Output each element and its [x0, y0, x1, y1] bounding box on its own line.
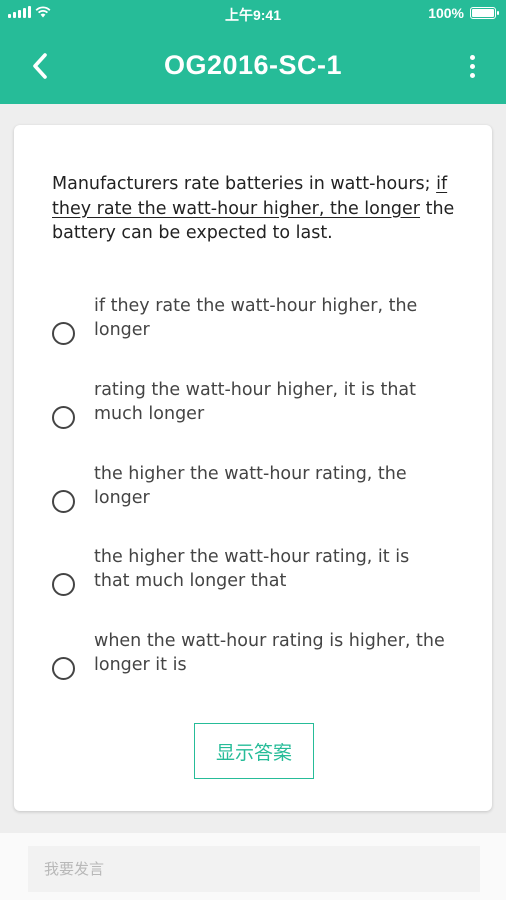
question-text: Manufacturers rate batteries in watt-hou… — [52, 172, 457, 246]
option-a[interactable]: if they rate the watt-hour higher, the l… — [52, 290, 452, 346]
status-bar: 上午9:41 100% — [0, 0, 506, 28]
option-e[interactable]: when the watt-hour rating is higher, the… — [52, 625, 452, 681]
more-dot — [469, 72, 475, 78]
option-label: rating the watt-hour higher, it is that … — [94, 379, 417, 425]
battery-fill — [472, 9, 494, 17]
radio-circle-icon[interactable] — [52, 656, 75, 680]
option-c[interactable]: the higher the watt-hour rating, the lon… — [52, 458, 452, 514]
status-right: 100% — [428, 5, 499, 21]
page-title: OG2016-SC-1 — [163, 50, 343, 80]
radio-circle-icon[interactable] — [52, 405, 75, 429]
question-text-before: Manufacturers rate batteries in watt-hou… — [52, 174, 437, 194]
option-label: the higher the watt-hour rating, it is t… — [94, 546, 410, 592]
question-card: Manufacturers rate batteries in watt-hou… — [14, 125, 492, 811]
radio-circle-icon[interactable] — [52, 572, 75, 596]
radio-circle-icon[interactable] — [52, 321, 75, 345]
option-b[interactable]: rating the watt-hour higher, it is that … — [52, 374, 452, 430]
more-vertical-icon — [469, 54, 475, 60]
comment-bar — [0, 833, 506, 900]
app-header: OG2016-SC-1 — [0, 28, 506, 104]
option-d[interactable]: the higher the watt-hour rating, it is t… — [52, 541, 452, 597]
option-label: the higher the watt-hour rating, the lon… — [94, 463, 407, 509]
option-label: if they rate the watt-hour higher, the l… — [94, 295, 418, 341]
comment-input[interactable] — [28, 846, 480, 892]
battery-icon — [470, 7, 499, 19]
radio-circle-icon[interactable] — [52, 489, 75, 513]
more-dot — [469, 63, 475, 69]
battery-percent: 100% — [428, 5, 464, 21]
more-button[interactable] — [466, 50, 478, 82]
show-answer-button[interactable]: 显示答案 — [194, 723, 314, 779]
option-label: when the watt-hour rating is higher, the… — [94, 630, 445, 676]
